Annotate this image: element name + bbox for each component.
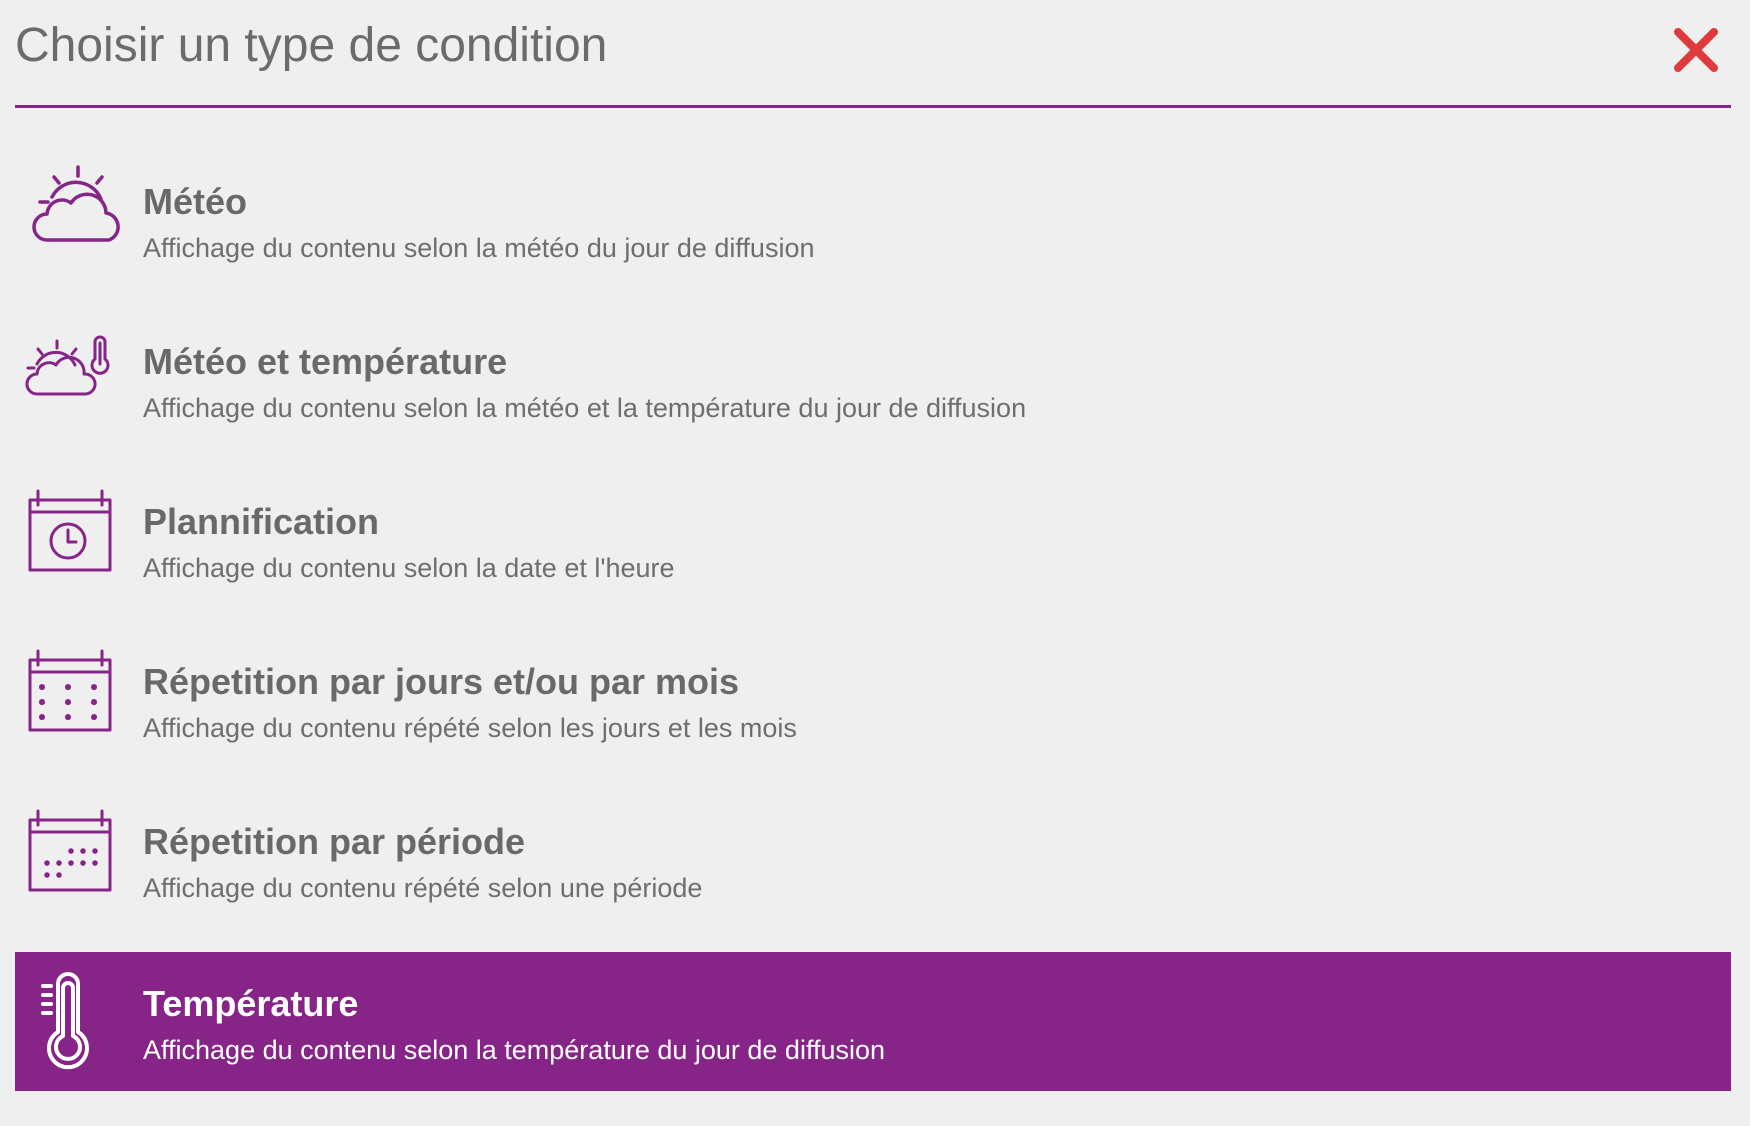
- weather-thermometer-icon: [23, 327, 123, 417]
- condition-name: Météo: [143, 181, 248, 222]
- condition-description: Affichage du contenu selon la météo du j…: [143, 233, 815, 263]
- condition-description: Affichage du contenu selon la météo et l…: [143, 393, 1027, 423]
- condition-description: Affichage du contenu répété selon les jo…: [143, 713, 797, 743]
- condition-option-repeat-days-months[interactable]: Répetition par jours et/ou par mois Affi…: [15, 620, 1731, 780]
- condition-option-weather-temperature[interactable]: Météo et température Affichage du conten…: [15, 300, 1731, 460]
- condition-option-weather[interactable]: Météo Affichage du contenu selon la mété…: [15, 140, 1731, 300]
- weather-icon: [23, 165, 123, 257]
- condition-type-list: Météo Affichage du contenu selon la mété…: [15, 140, 1731, 1091]
- condition-name: Température: [143, 983, 359, 1024]
- condition-name: Plannification: [143, 501, 380, 542]
- condition-option-temperature[interactable]: Température Affichage du contenu selon l…: [15, 952, 1731, 1091]
- calendar-clock-icon: [23, 487, 123, 577]
- condition-name: Météo et température: [143, 341, 508, 382]
- close-button[interactable]: [1673, 27, 1719, 73]
- condition-name: Répetition par période: [143, 821, 526, 862]
- calendar-grid-icon: [23, 647, 123, 737]
- condition-type-dialog: Choisir un type de condition Météo Affic…: [0, 0, 1750, 1126]
- condition-option-scheduling[interactable]: Plannification Affichage du contenu selo…: [15, 460, 1731, 620]
- condition-name: Répetition par jours et/ou par mois: [143, 661, 740, 702]
- condition-description: Affichage du contenu selon la date et l'…: [143, 553, 675, 583]
- thermometer-icon: [23, 972, 123, 1070]
- dialog-title: Choisir un type de condition: [15, 19, 608, 72]
- condition-description: Affichage du contenu répété selon une pé…: [143, 873, 703, 903]
- calendar-period-icon: [23, 807, 123, 897]
- condition-description: Affichage du contenu selon la températur…: [143, 1035, 886, 1065]
- dialog-header: Choisir un type de condition: [15, 0, 1731, 108]
- close-icon: [1674, 28, 1718, 72]
- condition-option-repeat-period[interactable]: Répetition par période Affichage du cont…: [15, 780, 1731, 940]
